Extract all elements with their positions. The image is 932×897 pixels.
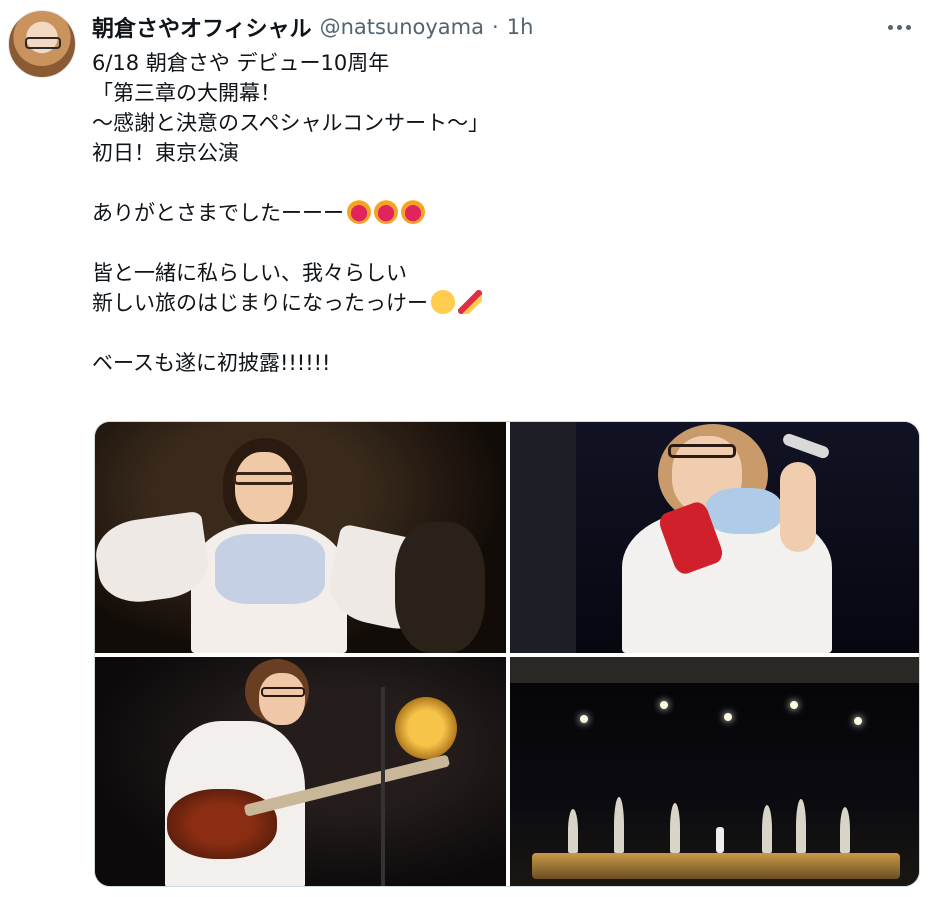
tweet-line: ベースも遂に初披露!!!!!! xyxy=(92,351,331,375)
tweet-text: 6/18 朝倉さや デビュー10周年 「第三章の大開幕！ ～感謝と決意のスペシャ… xyxy=(92,48,912,378)
ruffle-shape xyxy=(215,534,325,604)
heart-fire-icon xyxy=(347,200,371,224)
tweet-line-with-emoji: ありがとさまでしたーーー xyxy=(92,198,912,228)
glasses-shape xyxy=(233,472,295,485)
stage-prop-shape xyxy=(614,797,624,853)
glasses-shape xyxy=(261,687,305,697)
photo-singer-white-dress[interactable] xyxy=(95,422,506,653)
party-popper-icon xyxy=(458,290,482,314)
heart-fire-icon xyxy=(374,200,398,224)
avatar-glasses-shape xyxy=(25,37,61,49)
header-separator: · xyxy=(492,15,499,39)
heart-fire-icon xyxy=(401,200,425,224)
stage-floor-shape xyxy=(532,853,900,879)
face-shape xyxy=(259,673,305,725)
stage-prop-shape xyxy=(840,807,850,853)
stage-prop-shape xyxy=(762,805,772,853)
stage-prop-shape xyxy=(568,809,578,853)
spotlight-shape xyxy=(660,701,668,709)
backdrop-frame-shape xyxy=(510,422,576,653)
ruffle-shape xyxy=(706,488,782,534)
timestamp[interactable]: 1h xyxy=(507,15,534,39)
bass-body-shape xyxy=(167,789,277,859)
tweet-line: 皆と一緒に私らしい、我々らしい xyxy=(92,261,407,285)
more-dot xyxy=(896,24,902,30)
tweet-header: 朝倉さやオフィシャル @natsunoyama · 1h xyxy=(92,12,533,42)
tweet-line: 「第三章の大開幕！ xyxy=(92,81,281,105)
more-dot xyxy=(905,24,911,30)
profile-avatar[interactable] xyxy=(8,10,76,78)
display-name[interactable]: 朝倉さやオフィシャル xyxy=(92,11,312,43)
tweet-line: ～感謝と決意のスペシャルコンサート～」 xyxy=(92,111,490,135)
spotlight-shape xyxy=(854,717,862,725)
mic-stand-shape xyxy=(381,687,385,886)
lamp-shape xyxy=(395,697,457,759)
tweet-card: 朝倉さやオフィシャル @natsunoyama · 1h 6/18 朝倉さや デ… xyxy=(0,0,932,897)
more-dot xyxy=(887,24,893,30)
more-options-icon[interactable] xyxy=(882,14,916,40)
spotlight-shape xyxy=(724,713,732,721)
tweet-line-with-emoji: 新しい旅のはじまりになったっけー xyxy=(92,288,912,318)
stage-prop-shape xyxy=(796,799,806,853)
media-grid xyxy=(94,421,920,887)
user-handle[interactable]: @natsunoyama xyxy=(320,15,484,39)
photo-singer-with-microphone[interactable] xyxy=(510,422,919,653)
tears-of-joy-icon xyxy=(431,290,455,314)
tweet-line-text: 新しい旅のはじまりになったっけー xyxy=(92,291,428,315)
glasses-shape xyxy=(668,444,736,458)
tweet-line-text: ありがとさまでしたーーー xyxy=(92,201,344,225)
tweet-line: 6/18 朝倉さや デビュー10周年 xyxy=(92,51,390,75)
tweet-line: 初日！東京公演 xyxy=(92,141,239,165)
face-shape xyxy=(235,452,293,522)
proscenium-shape xyxy=(510,657,919,683)
spotlight-shape xyxy=(580,715,588,723)
raised-arm-shape xyxy=(780,462,816,552)
performer-shape xyxy=(716,827,724,853)
spotlight-shape xyxy=(790,701,798,709)
photo-concert-stage-wide[interactable] xyxy=(510,657,919,886)
stage-prop-shape xyxy=(670,803,680,853)
photo-singer-playing-bass[interactable] xyxy=(95,657,506,886)
musician-background-shape xyxy=(395,522,485,653)
